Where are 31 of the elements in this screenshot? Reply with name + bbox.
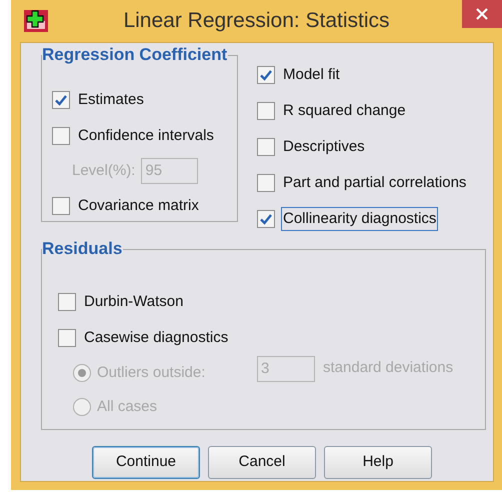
checkbox[interactable] xyxy=(257,66,275,84)
checkbox-label: Collinearity diagnostics xyxy=(281,206,438,232)
checkbox[interactable] xyxy=(52,91,70,109)
checkbox-label: Estimates xyxy=(77,90,145,110)
close-icon xyxy=(476,8,488,20)
checkbox[interactable] xyxy=(257,210,275,228)
radio-label: All cases xyxy=(97,396,158,417)
checkbox-label: Covariance matrix xyxy=(77,196,200,216)
dialog-button[interactable]: Cancel xyxy=(208,446,316,479)
window-title: Linear Regression: Statistics xyxy=(122,8,391,34)
checkbox[interactable] xyxy=(58,293,76,311)
units-label: standard deviations xyxy=(323,358,454,378)
app-icon xyxy=(24,10,48,32)
close-button[interactable] xyxy=(462,0,502,28)
checkbox[interactable] xyxy=(52,197,70,215)
checkbox[interactable] xyxy=(257,138,275,156)
checkbox-label: Confidence intervals xyxy=(77,126,215,146)
checkbox-label: R squared change xyxy=(282,100,407,121)
dialog-button[interactable]: Continue xyxy=(92,446,200,479)
checkbox-label: Casewise diagnostics xyxy=(83,328,230,348)
checkbox[interactable] xyxy=(52,127,70,145)
dialog-button[interactable]: Help xyxy=(324,446,432,479)
checkbox-label: Part and partial correlations xyxy=(282,172,468,193)
checkbox[interactable] xyxy=(257,174,275,192)
radio-label: Outliers outside: xyxy=(97,362,206,383)
checkbox[interactable] xyxy=(58,329,76,347)
checkbox-label: Durbin-Watson xyxy=(83,292,184,312)
checkbox-label: Model fit xyxy=(282,64,341,85)
checkbox-label: Descriptives xyxy=(282,136,366,157)
field-label: Level(%): xyxy=(72,160,136,181)
checkbox[interactable] xyxy=(257,102,275,120)
